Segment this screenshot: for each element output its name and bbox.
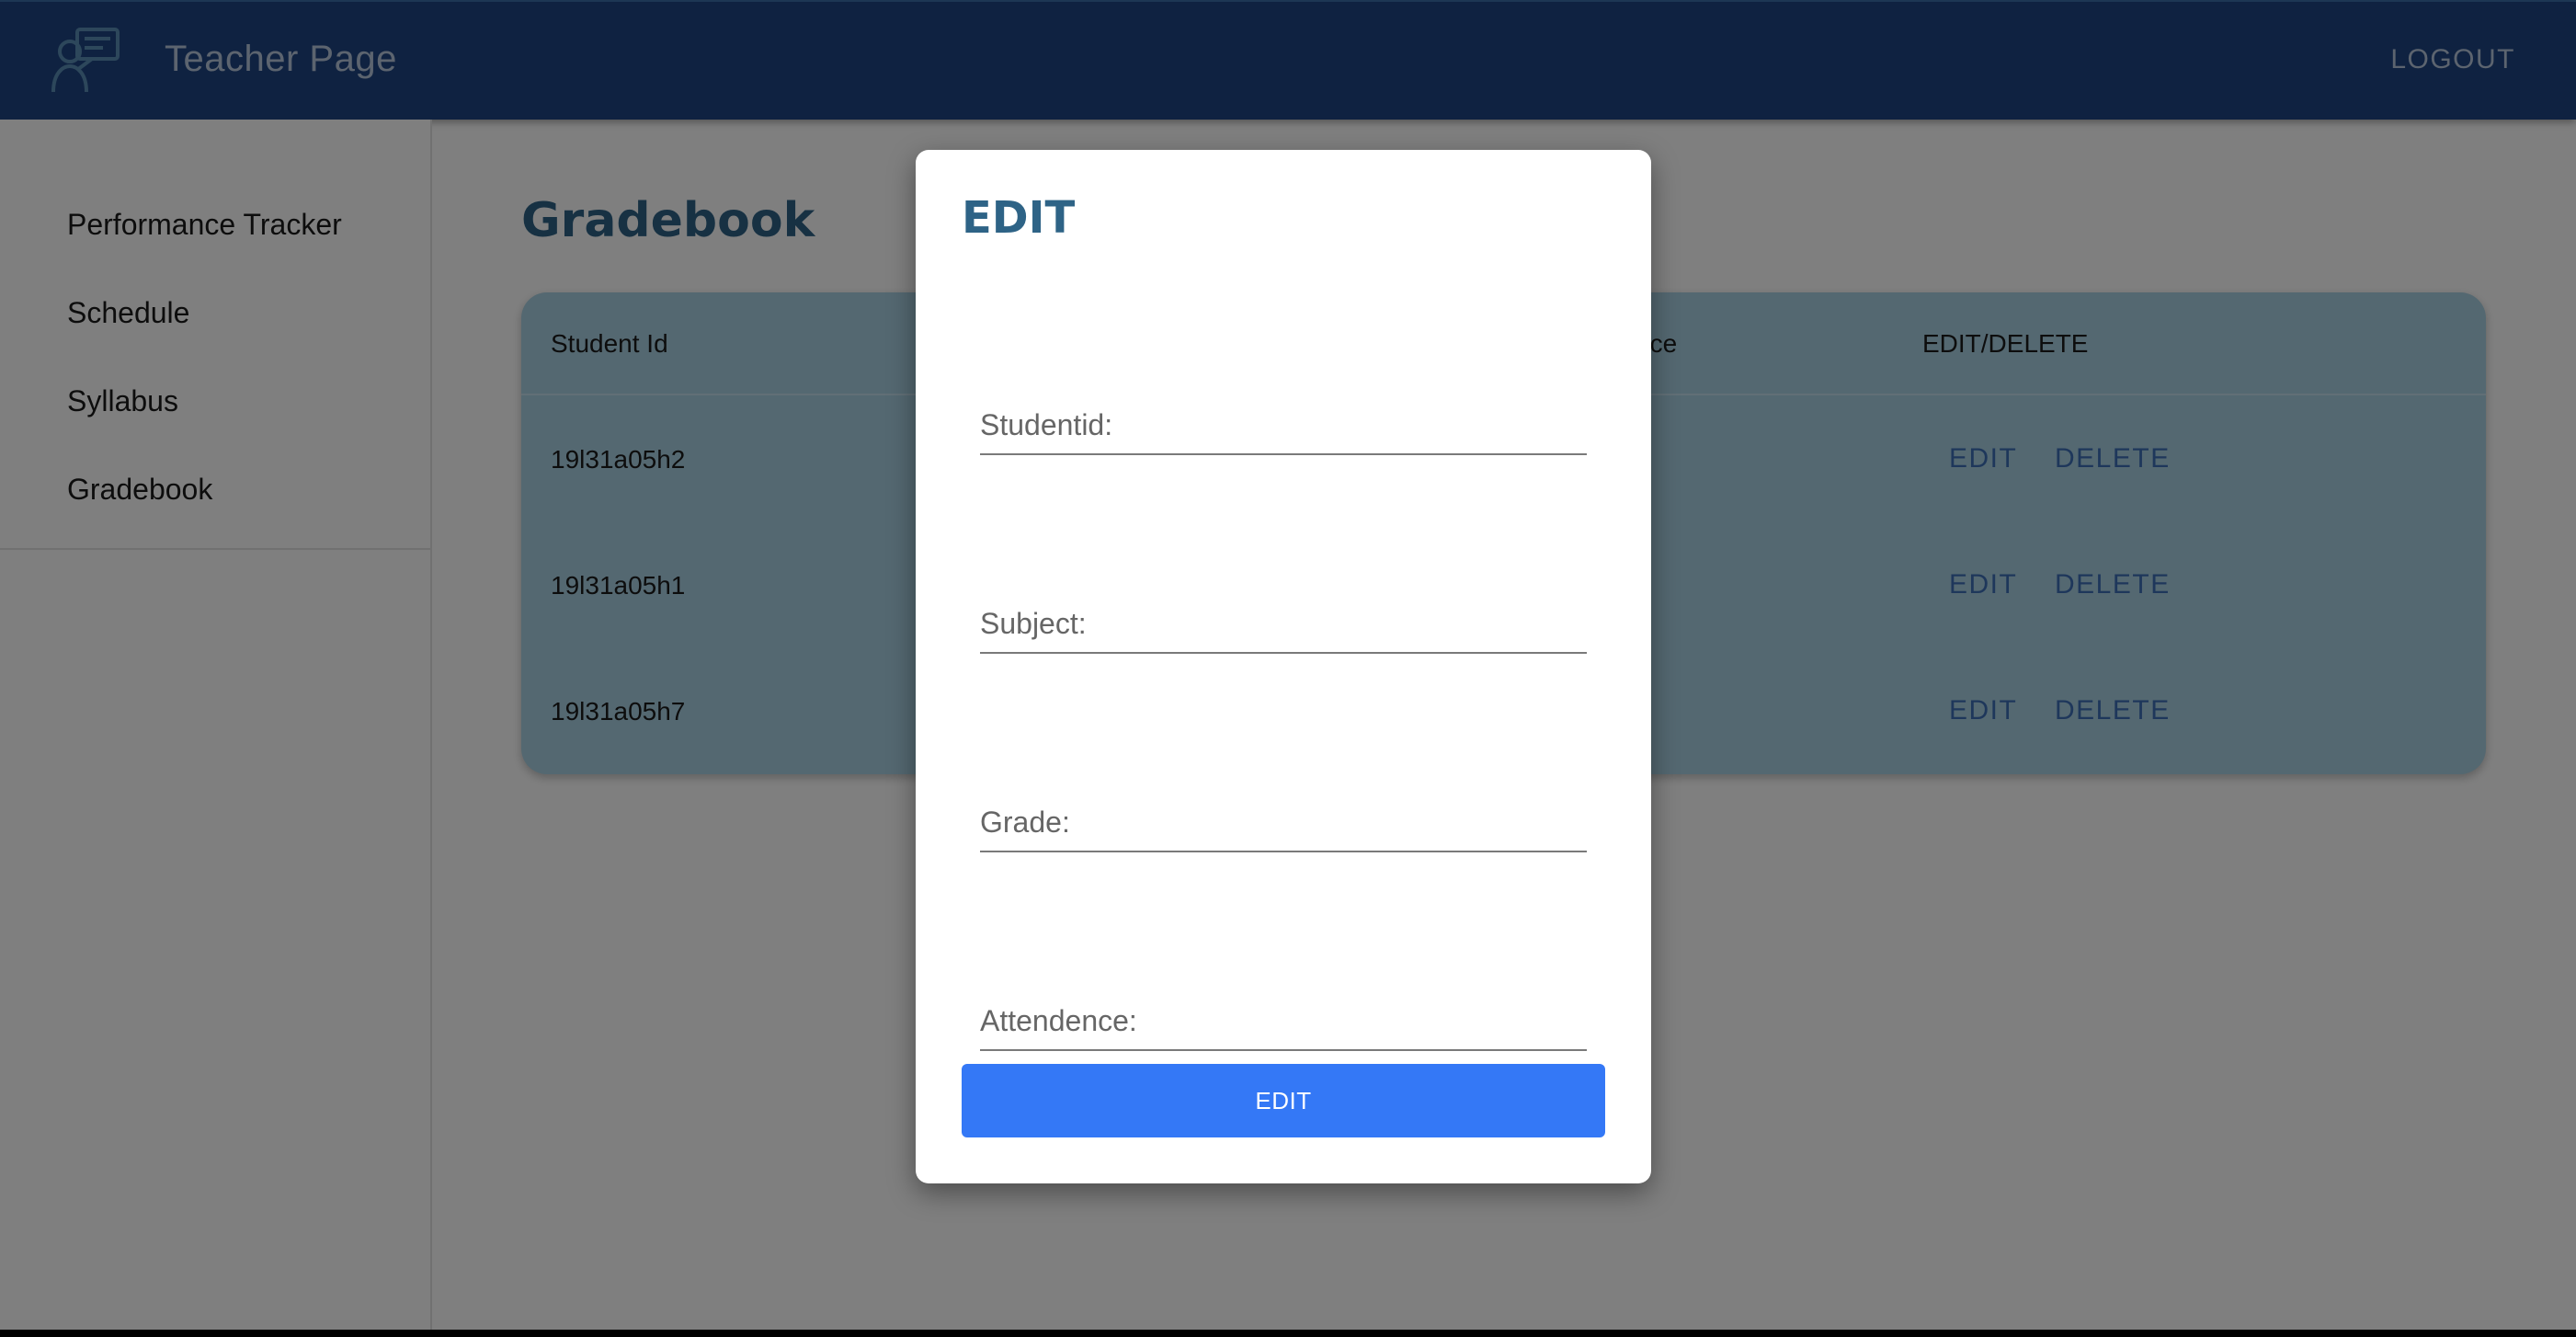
grade-field [980,770,1587,852]
attendence-input[interactable] [980,1004,1587,1038]
edit-submit-button[interactable]: EDIT [962,1064,1605,1137]
studentid-input[interactable] [980,408,1587,442]
studentid-field [980,372,1587,455]
attendence-field [980,968,1587,1051]
app-root: Teacher Page LOGOUT Performance Tracker … [0,0,2576,1330]
grade-input[interactable] [980,806,1587,840]
subject-input[interactable] [980,607,1587,641]
edit-dialog: EDIT EDIT [916,150,1651,1183]
subject-field [980,571,1587,654]
dialog-title: EDIT [962,192,1076,244]
